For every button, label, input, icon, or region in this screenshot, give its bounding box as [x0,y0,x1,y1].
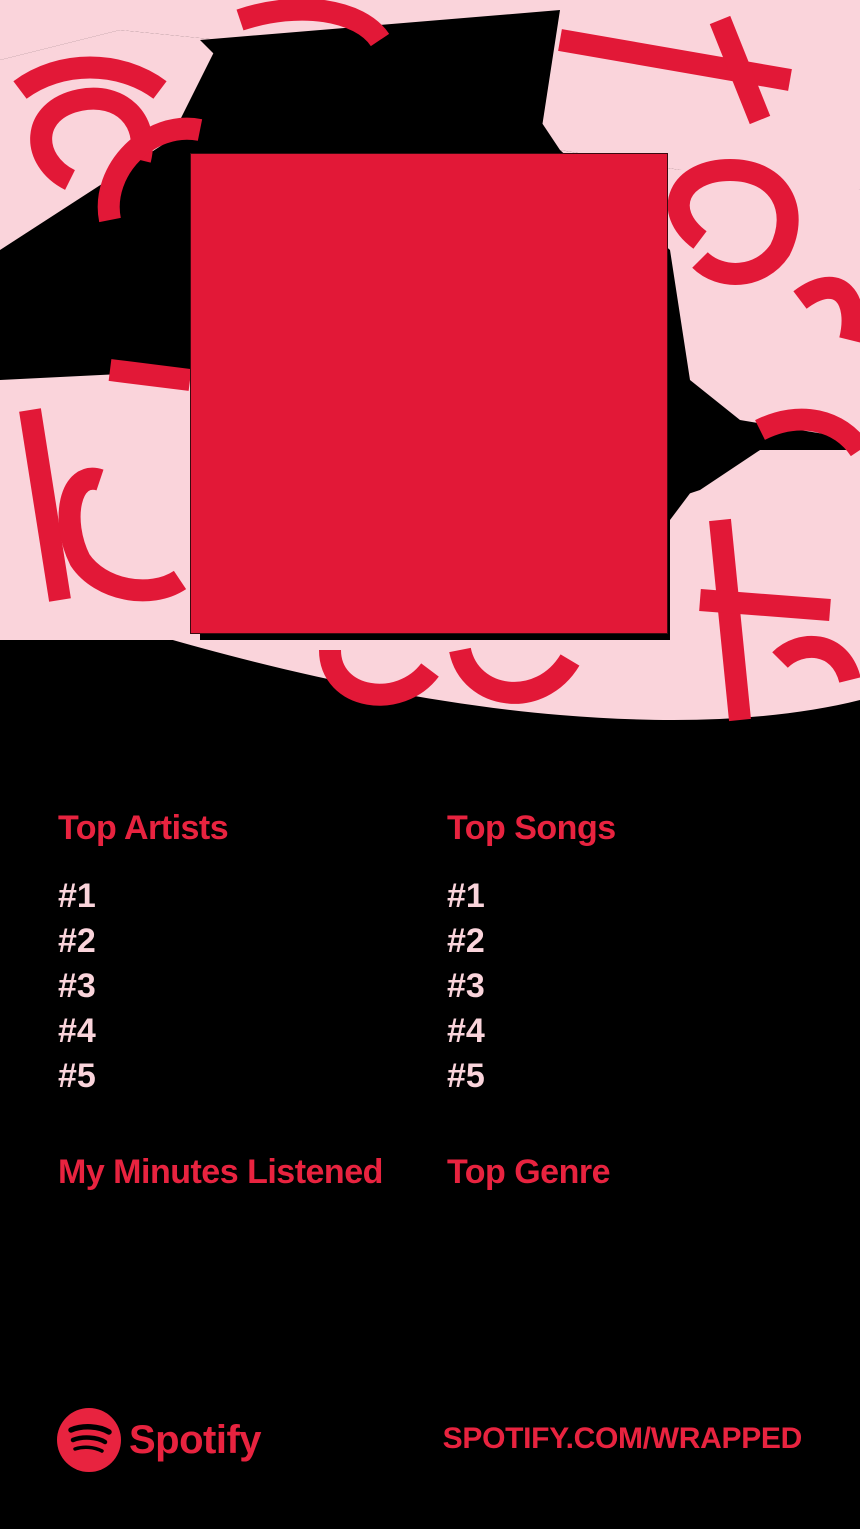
list-item: #4 [447,1012,485,1050]
list-item: #4 [58,1012,96,1050]
list-item: #2 [447,922,485,960]
list-item: #1 [447,877,485,915]
spotify-logo: Spotify [57,1408,262,1472]
list-item: #2 [58,922,96,960]
list-item: #3 [58,967,96,1005]
list-item: #5 [447,1057,485,1095]
top-artists-section: Top Artists #1 #2 #3 #4 #5 [58,808,229,1099]
cover-art [190,153,668,634]
top-songs-title: Top Songs [447,809,616,847]
list-item: #3 [447,967,485,1005]
top-songs-section: Top Songs #1 #2 #3 #4 #5 [447,808,616,1099]
spotify-wordmark: Spotify [129,1418,262,1462]
list-item: #5 [58,1057,96,1095]
genre-section: Top Genre [447,1152,611,1192]
wrapped-url[interactable]: SPOTIFY.COM/WRAPPED [443,1419,803,1459]
spotify-logo-icon [57,1408,121,1472]
minutes-section: My Minutes Listened [58,1152,383,1192]
genre-title: Top Genre [447,1153,611,1191]
list-item: #1 [58,877,96,915]
top-artists-title: Top Artists [58,809,229,847]
minutes-title: My Minutes Listened [58,1153,383,1191]
top-artists-list: #1 #2 #3 #4 #5 [58,874,228,1099]
top-songs-list: #1 #2 #3 #4 #5 [447,874,616,1099]
